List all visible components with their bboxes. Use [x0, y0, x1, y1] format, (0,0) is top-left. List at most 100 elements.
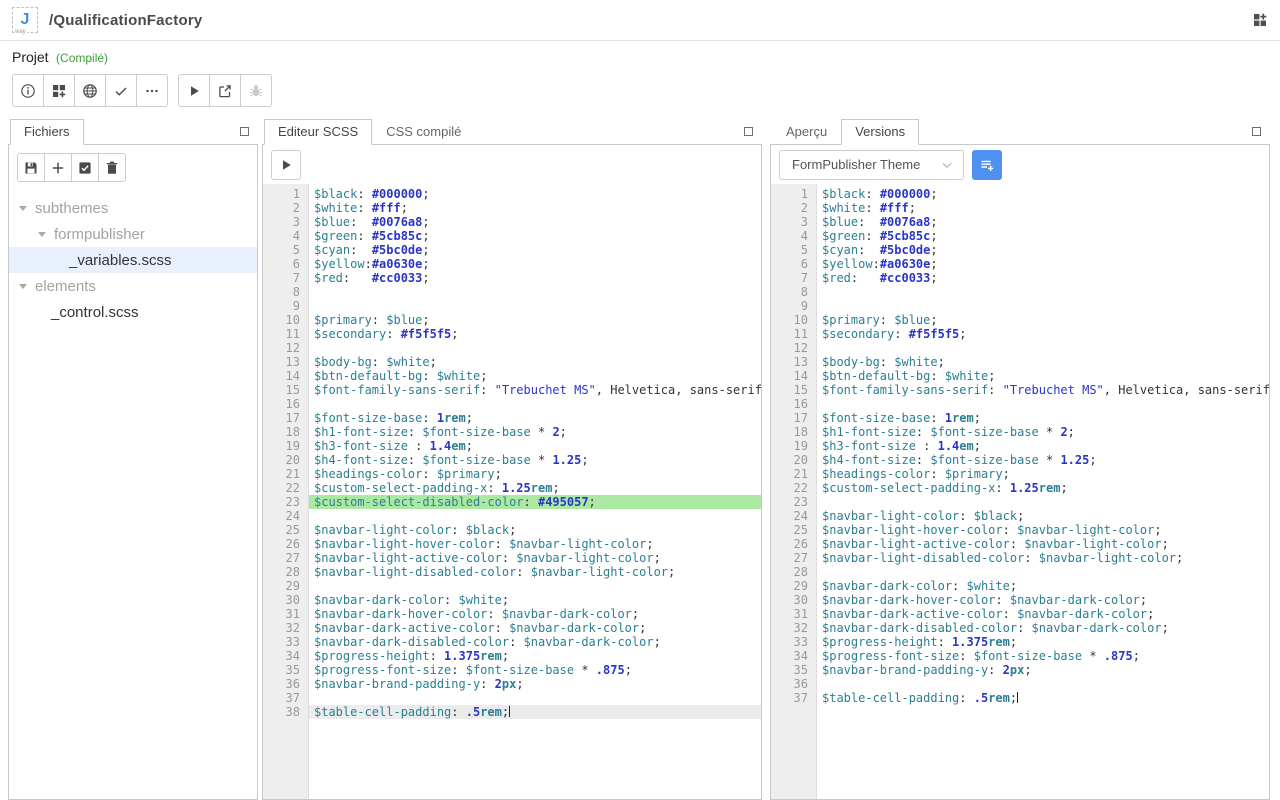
code-area[interactable]: $black: #000000;$white: #fff;$blue: #007…	[309, 184, 761, 799]
code-line[interactable]	[309, 299, 761, 313]
compile-play-button[interactable]	[271, 150, 301, 180]
code-line[interactable]: $custom-select-disabled-color: #495057;	[309, 495, 761, 509]
tab-css-compile[interactable]: CSS compilé	[372, 119, 475, 145]
grid-add-button[interactable]	[43, 74, 75, 107]
tab-fichiers[interactable]: Fichiers	[10, 119, 84, 145]
code-line[interactable]: $navbar-dark-hover-color: $navbar-dark-c…	[309, 607, 761, 621]
check-square-button[interactable]	[71, 153, 99, 182]
code-line[interactable]: $custom-select-padding-x: 1.25rem;	[817, 481, 1269, 495]
code-line[interactable]	[309, 285, 761, 299]
tab-editeur-scss[interactable]: Editeur SCSS	[264, 119, 372, 145]
code-line[interactable]: $font-family-sans-serif: "Trebuchet MS",…	[817, 383, 1269, 397]
code-line[interactable]: $font-size-base: 1rem;	[817, 411, 1269, 425]
info-button[interactable]	[12, 74, 44, 107]
code-line[interactable]: $green: #5cb85c;	[309, 229, 761, 243]
code-line[interactable]: $blue: #0076a8;	[817, 215, 1269, 229]
code-line[interactable]: $progress-height: 1.375rem;	[817, 635, 1269, 649]
save-button[interactable]	[17, 153, 45, 182]
code-line[interactable]: $progress-height: 1.375rem;	[309, 649, 761, 663]
code-line[interactable]: $green: #5cb85c;	[817, 229, 1269, 243]
code-line[interactable]: $navbar-dark-disabled-color: $navbar-dar…	[309, 635, 761, 649]
code-line[interactable]: $red: #cc0033;	[309, 271, 761, 285]
code-line[interactable]: $navbar-dark-color: $white;	[817, 579, 1269, 593]
code-line[interactable]: $h4-font-size: $font-size-base * 1.25;	[309, 453, 761, 467]
code-line[interactable]: $headings-color: $primary;	[817, 467, 1269, 481]
code-line[interactable]: $h4-font-size: $font-size-base * 1.25;	[817, 453, 1269, 467]
code-line[interactable]	[309, 397, 761, 411]
code-line[interactable]	[817, 285, 1269, 299]
globe-button[interactable]	[74, 74, 106, 107]
code-line[interactable]	[309, 691, 761, 705]
code-line[interactable]: $navbar-light-active-color: $navbar-ligh…	[309, 551, 761, 565]
code-line[interactable]: $primary: $blue;	[817, 313, 1269, 327]
apps-grid-icon[interactable]	[1252, 12, 1268, 28]
code-line[interactable]: $navbar-brand-padding-y: 2px;	[309, 677, 761, 691]
tab-apercu[interactable]: Aperçu	[772, 119, 841, 145]
code-line[interactable]: $btn-default-bg: $white;	[817, 369, 1269, 383]
code-line[interactable]: $navbar-brand-padding-y: 2px;	[817, 663, 1269, 677]
code-line[interactable]: $blue: #0076a8;	[309, 215, 761, 229]
code-line[interactable]: $red: #cc0033;	[817, 271, 1269, 285]
code-line[interactable]: $btn-default-bg: $white;	[309, 369, 761, 383]
code-line[interactable]: $white: #fff;	[309, 201, 761, 215]
code-area[interactable]: $black: #000000;$white: #fff;$blue: #007…	[817, 184, 1269, 799]
code-line[interactable]: $h1-font-size: $font-size-base * 2;	[817, 425, 1269, 439]
code-line[interactable]: $secondary: #f5f5f5;	[817, 327, 1269, 341]
code-line[interactable]	[309, 341, 761, 355]
tree-folder-formpublisher[interactable]: formpublisher	[9, 221, 257, 247]
code-line[interactable]	[309, 509, 761, 523]
code-line[interactable]: $secondary: #f5f5f5;	[309, 327, 761, 341]
code-line[interactable]: $navbar-dark-active-color: $navbar-dark-…	[817, 607, 1269, 621]
code-line[interactable]: $font-family-sans-serif: "Trebuchet MS",…	[309, 383, 761, 397]
code-line[interactable]: $custom-select-padding-x: 1.25rem;	[309, 481, 761, 495]
code-line[interactable]: $navbar-dark-color: $white;	[309, 593, 761, 607]
code-line[interactable]: $h3-font-size : 1.4em;	[309, 439, 761, 453]
tab-versions[interactable]: Versions	[841, 119, 919, 145]
code-line[interactable]	[817, 677, 1269, 691]
code-line[interactable]: $navbar-light-color: $black;	[309, 523, 761, 537]
theme-select[interactable]: FormPublisher Theme	[779, 150, 964, 180]
code-line[interactable]: $h3-font-size : 1.4em;	[817, 439, 1269, 453]
code-line[interactable]	[309, 579, 761, 593]
code-line[interactable]: $headings-color: $primary;	[309, 467, 761, 481]
code-line[interactable]: $yellow:#a0630e;	[309, 257, 761, 271]
tree-folder-elements[interactable]: elements	[9, 273, 257, 299]
code-line[interactable]: $navbar-light-hover-color: $navbar-light…	[817, 523, 1269, 537]
scss-code-editor[interactable]: 1234567891011121314151617181920212223242…	[263, 184, 761, 799]
version-code-view[interactable]: 1234567891011121314151617181920212223242…	[771, 184, 1269, 799]
code-line[interactable]: $black: #000000;	[817, 187, 1269, 201]
code-line[interactable]: $body-bg: $white;	[309, 355, 761, 369]
code-line[interactable]: $progress-font-size: $font-size-base * .…	[817, 649, 1269, 663]
code-line[interactable]: $yellow:#a0630e;	[817, 257, 1269, 271]
open-external-button[interactable]	[209, 74, 241, 107]
code-line[interactable]: $navbar-dark-active-color: $navbar-dark-…	[309, 621, 761, 635]
tree-folder-subthemes[interactable]: subthemes	[9, 195, 257, 221]
code-line[interactable]: $navbar-light-active-color: $navbar-ligh…	[817, 537, 1269, 551]
code-line[interactable]: $table-cell-padding: .5rem;	[309, 705, 761, 719]
tree-file-control-scss[interactable]: _control.scss	[9, 299, 257, 325]
code-line[interactable]: $navbar-light-disabled-color: $navbar-li…	[309, 565, 761, 579]
play-button[interactable]	[178, 74, 210, 107]
code-line[interactable]	[817, 495, 1269, 509]
code-line[interactable]: $navbar-light-color: $black;	[817, 509, 1269, 523]
code-line[interactable]: $primary: $blue;	[309, 313, 761, 327]
tree-file-variables-scss[interactable]: _variables.scss	[9, 247, 257, 273]
code-line[interactable]: $white: #fff;	[817, 201, 1269, 215]
code-line[interactable]	[817, 341, 1269, 355]
code-line[interactable]: $navbar-light-hover-color: $navbar-light…	[309, 537, 761, 551]
check-button[interactable]	[105, 74, 137, 107]
trash-button[interactable]	[98, 153, 126, 182]
more-button[interactable]	[136, 74, 168, 107]
code-line[interactable]: $navbar-dark-hover-color: $navbar-dark-c…	[817, 593, 1269, 607]
add-version-button[interactable]	[972, 150, 1002, 180]
code-line[interactable]: $navbar-light-disabled-color: $navbar-li…	[817, 551, 1269, 565]
code-line[interactable]: $font-size-base: 1rem;	[309, 411, 761, 425]
code-line[interactable]: $cyan: #5bc0de;	[817, 243, 1269, 257]
code-line[interactable]: $body-bg: $white;	[817, 355, 1269, 369]
code-line[interactable]	[817, 299, 1269, 313]
code-line[interactable]	[817, 565, 1269, 579]
code-line[interactable]: $h1-font-size: $font-size-base * 2;	[309, 425, 761, 439]
code-line[interactable]: $table-cell-padding: .5rem;	[817, 691, 1269, 705]
code-line[interactable]: $cyan: #5bc0de;	[309, 243, 761, 257]
code-line[interactable]: $progress-font-size: $font-size-base * .…	[309, 663, 761, 677]
